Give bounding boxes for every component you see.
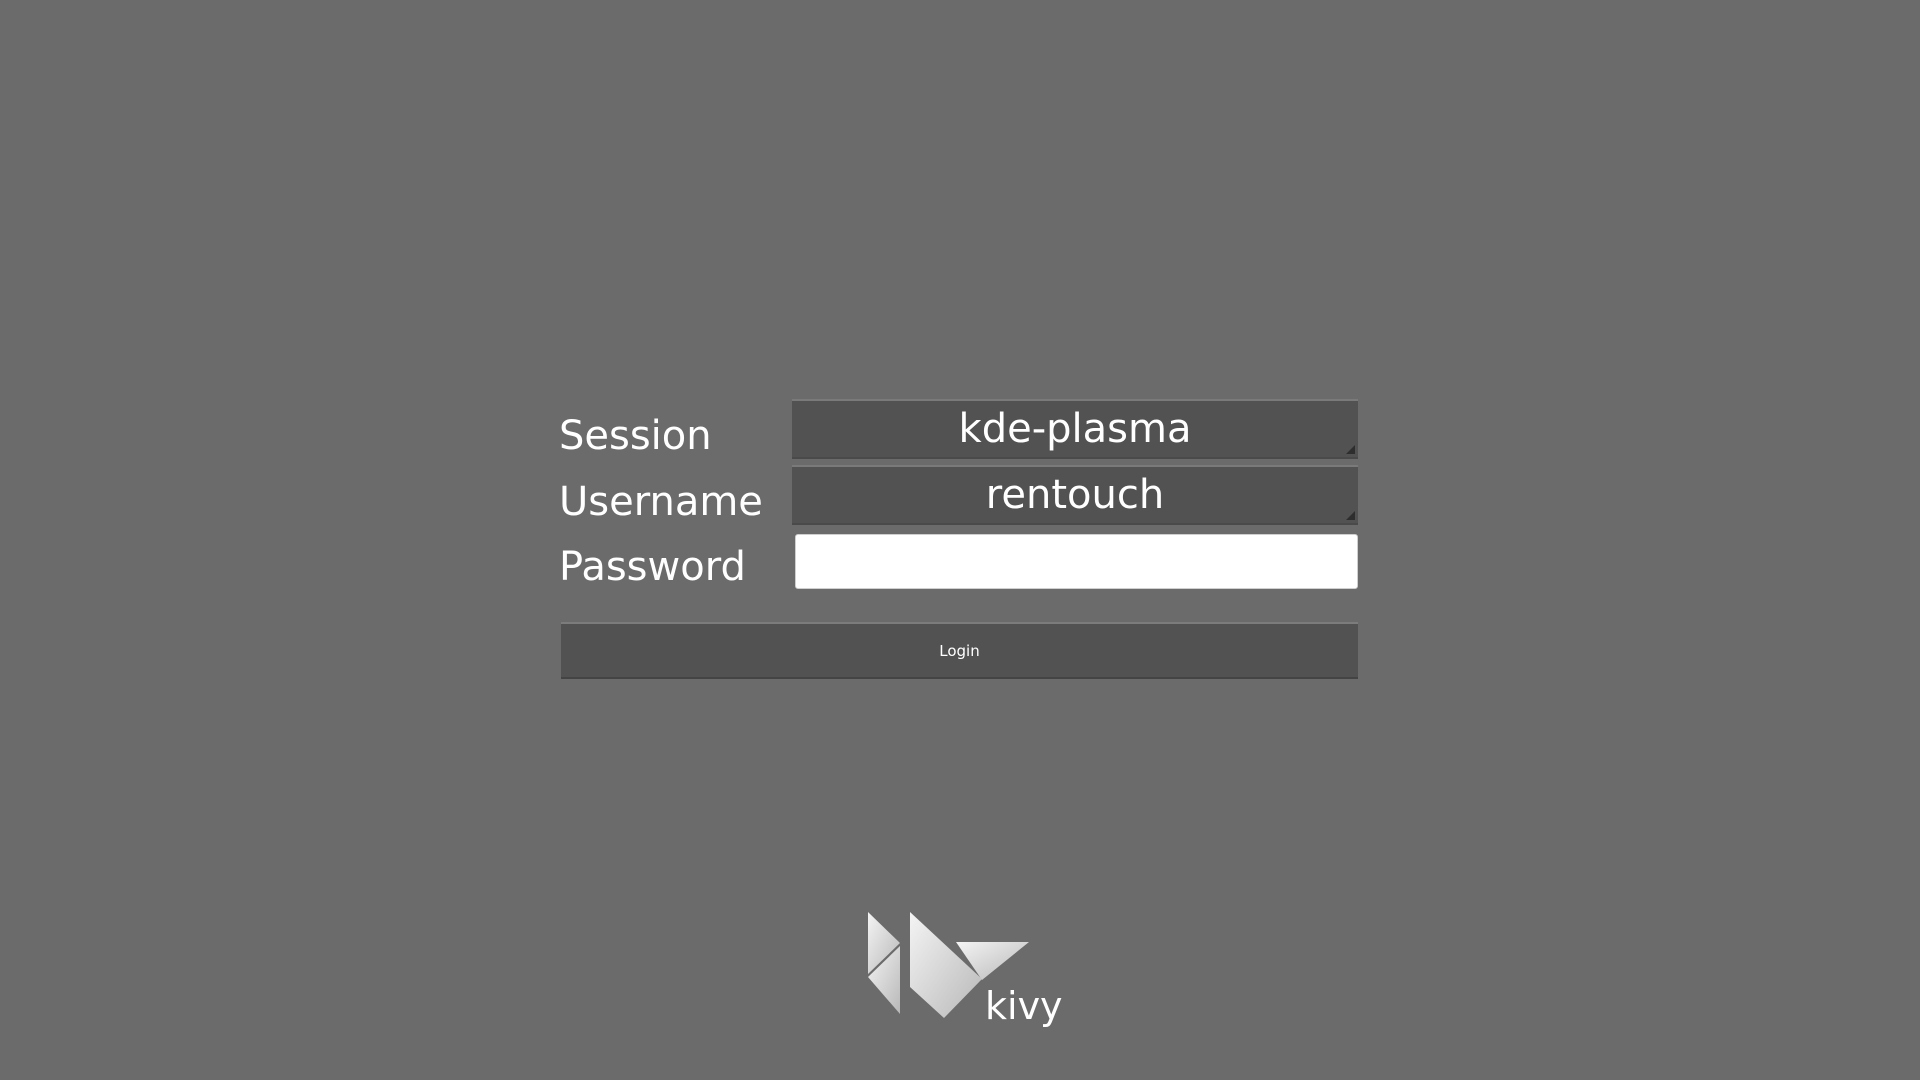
- kivy-logo-text: kivy: [985, 984, 1063, 1028]
- login-screen: Session kde-plasma Username rentouch Pas…: [0, 0, 1920, 1080]
- session-label: Session: [559, 413, 712, 459]
- password-label: Password: [559, 544, 746, 590]
- login-button-label: Login: [939, 641, 980, 660]
- session-value: kde-plasma: [958, 406, 1192, 452]
- dropdown-corner-icon: [1346, 511, 1355, 520]
- password-field[interactable]: [795, 534, 1358, 589]
- dropdown-corner-icon: [1346, 445, 1355, 454]
- username-value: rentouch: [985, 472, 1165, 518]
- session-spinner[interactable]: kde-plasma: [792, 399, 1358, 459]
- username-label: Username: [559, 479, 763, 525]
- login-button[interactable]: Login: [561, 622, 1358, 679]
- username-spinner[interactable]: rentouch: [792, 465, 1358, 525]
